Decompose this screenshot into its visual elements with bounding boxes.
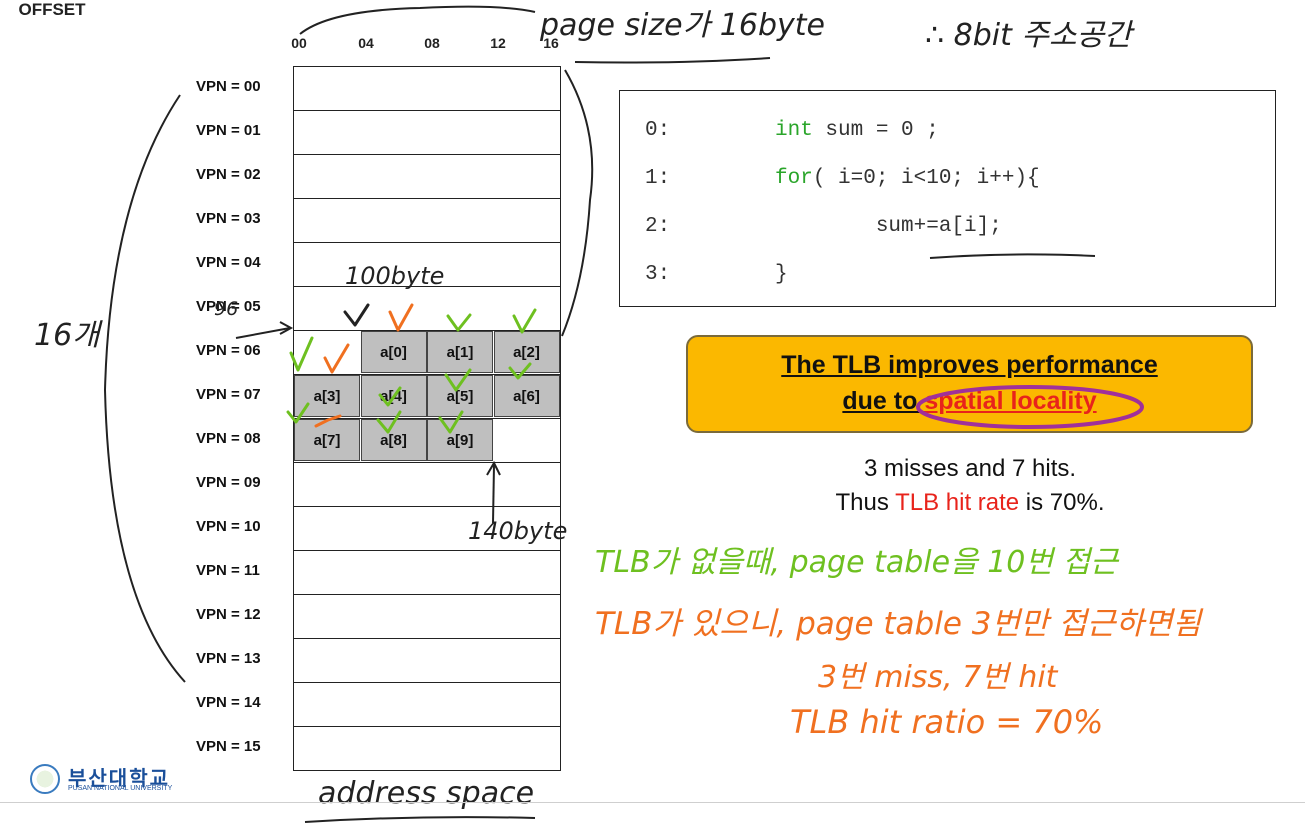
university-emblem-icon [30, 764, 60, 794]
page-size-underline [574, 57, 771, 64]
check-icon [323, 343, 350, 374]
check-icon [438, 410, 464, 434]
offset-arc [299, 5, 536, 35]
spatial-locality-circle [916, 385, 1144, 429]
check-icon [286, 402, 310, 424]
code-underline [929, 253, 1096, 259]
check-icon [388, 303, 414, 332]
check-icon [376, 410, 402, 434]
check-icon [444, 368, 472, 392]
check-icon [314, 414, 342, 428]
arrow-140 [492, 464, 495, 524]
footer-divider [0, 802, 1305, 803]
left-brace [103, 94, 186, 683]
check-icon [378, 386, 402, 407]
right-brace [561, 69, 594, 337]
logo-english: PUSAN NATIONAL UNIVERSITY [68, 785, 173, 792]
check-icon [508, 362, 532, 380]
check-icon [289, 336, 314, 372]
address-underline [304, 816, 536, 823]
check-icon [512, 308, 537, 334]
university-logo: 부산대학교 PUSAN NATIONAL UNIVERSITY [30, 760, 210, 800]
check-icon [343, 303, 370, 327]
check-icon [446, 313, 472, 332]
annotation-strokes [103, 5, 1144, 823]
